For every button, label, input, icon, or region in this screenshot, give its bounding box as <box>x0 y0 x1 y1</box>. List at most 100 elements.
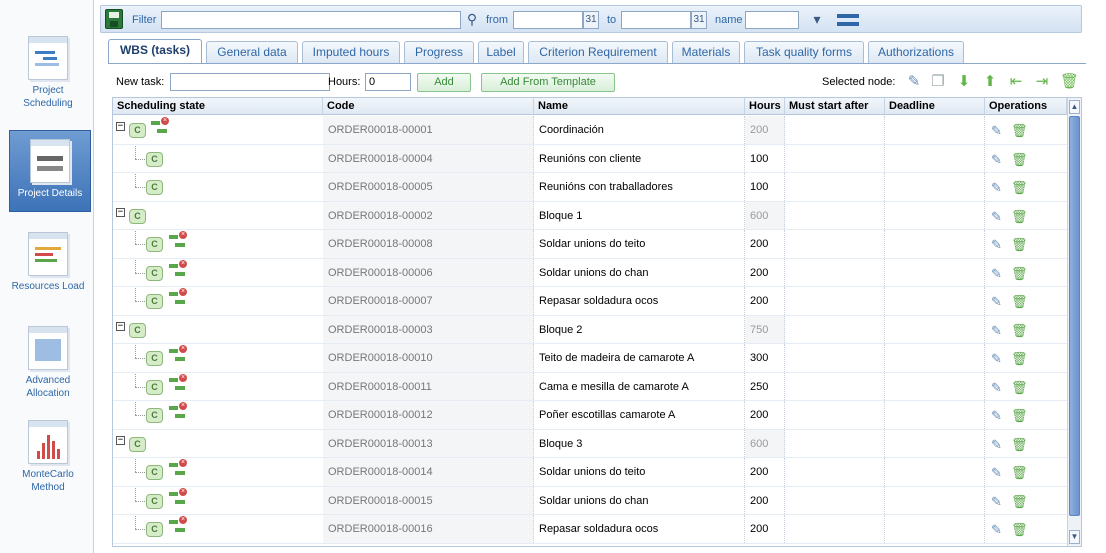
col-header-deadline[interactable]: Deadline <box>885 98 985 115</box>
must-start-after-cell[interactable] <box>785 201 885 229</box>
col-header-hours[interactable]: Hours <box>745 98 785 115</box>
name-cell[interactable]: Soldar unions do teito <box>534 458 745 486</box>
tab-task-quality-forms[interactable]: Task quality forms <box>744 41 864 63</box>
scheduling-state-badge[interactable]: C <box>146 522 163 537</box>
edit-icon[interactable]: ✎ <box>991 522 1005 538</box>
table-row[interactable]: C × ORDER00018-00011 Cama e mesilla de cama… <box>113 372 1067 401</box>
name-cell[interactable]: Soldar unions do teito <box>534 230 745 258</box>
deadline-cell[interactable] <box>885 258 985 286</box>
name-cell[interactable]: Repasar soldadura ocos <box>534 515 745 543</box>
table-row[interactable]: C ORDER00018-00005 Reunións con traballado… <box>113 173 1067 202</box>
tab-materials[interactable]: Materials <box>672 41 740 63</box>
edit-icon[interactable]: ✎ <box>991 437 1005 453</box>
delete-icon[interactable]: 🗑 <box>1011 522 1028 538</box>
col-header-scheduling-state[interactable]: Scheduling state <box>113 98 323 115</box>
scheduling-state-badge[interactable]: C <box>129 322 146 338</box>
deadline-cell[interactable] <box>885 144 985 172</box>
delete-icon[interactable]: 🗑 <box>1011 152 1028 168</box>
deadline-cell[interactable] <box>885 458 985 486</box>
scheduling-state-badge[interactable]: C <box>146 493 163 509</box>
scheduling-state-badge[interactable]: C <box>146 379 163 395</box>
delete-icon[interactable]: 🗑 <box>1011 123 1028 139</box>
must-start-after-cell[interactable] <box>785 173 885 201</box>
collapse-toggle-icon[interactable]: − <box>116 321 125 331</box>
calendar-icon[interactable]: 31 <box>583 11 599 29</box>
table-row[interactable]: C × ORDER00018-00012 Poñer escotillas camar… <box>113 401 1067 430</box>
name-cell[interactable]: Reunións con cliente <box>534 144 745 172</box>
indent-right-icon[interactable]: ⇥ <box>1034 74 1050 90</box>
hours-cell[interactable]: 300 <box>745 344 785 372</box>
table-row[interactable]: C ORDER00018-00004 Reunións con cliente 100… <box>113 144 1067 173</box>
hours-input[interactable] <box>365 73 411 91</box>
edit-icon[interactable]: ✎ <box>991 408 1005 424</box>
delete-icon[interactable]: 🗑 <box>1011 266 1028 282</box>
calendar-icon[interactable]: 31 <box>691 11 707 29</box>
tab-label[interactable]: Label <box>478 41 524 63</box>
must-start-after-cell[interactable] <box>785 515 885 543</box>
tab-wbs-tasks[interactable]: WBS (tasks) <box>108 39 202 64</box>
must-start-after-cell[interactable] <box>785 116 885 144</box>
tab-general-data[interactable]: General data <box>206 41 298 63</box>
edit-icon[interactable]: ✎ <box>991 123 1005 139</box>
scheduling-state-badge[interactable]: C <box>129 436 146 452</box>
scheduling-state-badge[interactable]: C <box>146 237 163 252</box>
table-row[interactable]: C × ORDER00018-00006 Soldar unions do chan 2… <box>113 258 1067 287</box>
arrow-up-icon[interactable]: ⬆ <box>982 74 998 90</box>
table-row[interactable]: − C ORDER00018-00002 Bloque 1 600 ✎ 🗑 <box>113 201 1067 230</box>
collapse-toggle-icon[interactable]: − <box>116 122 125 131</box>
edit-icon[interactable]: ✎ <box>991 266 1005 282</box>
table-row[interactable]: − C ORDER00018-00013 Bloque 3 600 ✎ 🗑 <box>113 429 1067 458</box>
table-row[interactable]: C × ORDER00018-00008 Soldar unions do teito… <box>113 230 1067 259</box>
delete-icon[interactable]: 🗑 <box>1011 323 1028 339</box>
dependency-warning-icon[interactable]: × <box>151 117 169 135</box>
indent-left-icon[interactable]: ⇤ <box>1008 74 1024 90</box>
collapse-toggle-icon[interactable]: − <box>116 435 125 445</box>
name-input[interactable] <box>745 11 799 29</box>
nav-resources-load[interactable]: Resources Load <box>8 232 88 293</box>
name-cell[interactable]: Bloque 2 <box>534 315 745 343</box>
edit-icon[interactable]: ✎ <box>991 380 1005 396</box>
must-start-after-cell[interactable] <box>785 486 885 514</box>
scheduling-state-badge[interactable]: C <box>146 294 163 309</box>
dependency-warning-icon[interactable]: × <box>169 402 187 420</box>
col-header-code[interactable]: Code <box>323 98 534 115</box>
hours-cell[interactable]: 200 <box>745 458 785 486</box>
table-row[interactable]: C × ORDER00018-00010 Teito de madeira de ca… <box>113 344 1067 373</box>
dependency-warning-icon[interactable]: × <box>169 231 187 249</box>
delete-icon[interactable]: 🗑 <box>1011 209 1028 225</box>
must-start-after-cell[interactable] <box>785 401 885 429</box>
delete-icon[interactable]: 🗑 <box>1011 437 1028 453</box>
delete-icon[interactable]: 🗑 <box>1011 380 1028 396</box>
must-start-after-cell[interactable] <box>785 258 885 286</box>
edit-icon[interactable]: ✎ <box>991 351 1005 367</box>
col-header-name[interactable]: Name <box>534 98 745 115</box>
deadline-cell[interactable] <box>885 287 985 315</box>
edit-icon[interactable]: ✎ <box>991 237 1005 253</box>
hours-cell[interactable]: 200 <box>745 401 785 429</box>
scheduling-state-badge[interactable]: C <box>146 180 163 195</box>
tab-criterion-requirement[interactable]: Criterion Requirement <box>528 41 668 63</box>
name-cell[interactable]: Reunións con traballadores <box>534 173 745 201</box>
deadline-cell[interactable] <box>885 201 985 229</box>
delete-icon[interactable]: 🗑 <box>1011 465 1028 481</box>
delete-icon[interactable]: 🗑 <box>1011 494 1028 510</box>
filter-input[interactable] <box>161 11 461 29</box>
funnel-filter-icon[interactable]: ▾ <box>809 11 825 29</box>
collapse-toggle-icon[interactable]: − <box>116 207 125 217</box>
nav-project-scheduling[interactable]: Project Scheduling <box>8 36 88 110</box>
must-start-after-cell[interactable] <box>785 344 885 372</box>
new-task-input[interactable] <box>170 73 330 91</box>
dependency-warning-icon[interactable]: × <box>169 259 187 278</box>
dependency-warning-icon[interactable]: × <box>169 288 187 306</box>
scroll-up-icon[interactable]: ▲ <box>1069 100 1080 114</box>
table-row[interactable]: C × ORDER00018-00014 Soldar unions do teito… <box>113 458 1067 487</box>
name-cell[interactable]: Soldar unions do chan <box>534 258 745 286</box>
scheduling-state-badge[interactable]: C <box>146 151 163 167</box>
must-start-after-cell[interactable] <box>785 458 885 486</box>
deadline-cell[interactable] <box>885 315 985 343</box>
arrow-down-icon[interactable]: ⬇ <box>956 74 972 90</box>
delete-icon[interactable]: 🗑 <box>1011 180 1028 196</box>
expand-options-icon[interactable] <box>837 12 859 28</box>
tab-imputed-hours[interactable]: Imputed hours <box>302 41 400 63</box>
edit-icon[interactable]: ✎ <box>906 74 922 90</box>
